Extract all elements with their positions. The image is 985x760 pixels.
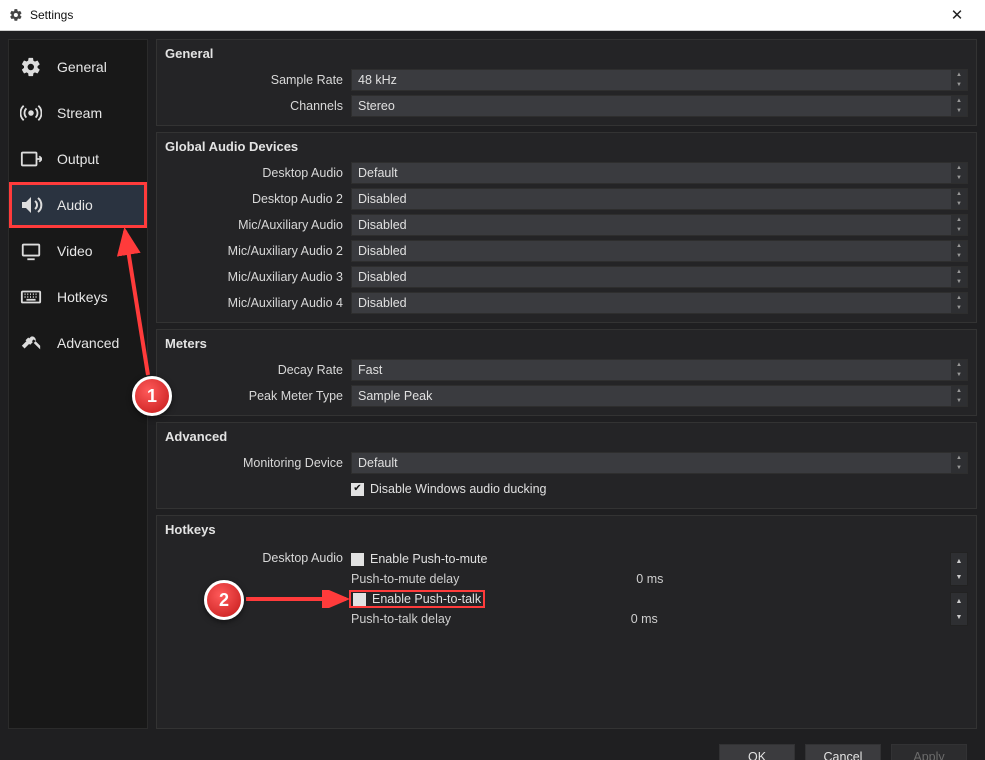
sidebar-item-output[interactable]: Output bbox=[9, 136, 147, 182]
checkbox-unchecked-icon bbox=[351, 553, 364, 566]
decay-rate-select[interactable]: Fast▲▼ bbox=[351, 359, 968, 381]
sidebar-item-label: General bbox=[57, 59, 107, 75]
sidebar-item-stream[interactable]: Stream bbox=[9, 90, 147, 136]
stream-icon bbox=[17, 102, 45, 124]
mic-aux3-label: Mic/Auxiliary Audio 3 bbox=[165, 270, 343, 284]
push-to-talk-delay-value: 0 ms bbox=[631, 612, 942, 626]
checkbox-checked-icon: ✔ bbox=[351, 483, 364, 496]
group-hotkeys: Hotkeys Desktop Audio Enable Push-to-mut… bbox=[156, 515, 977, 729]
select-spinner-icon: ▲▼ bbox=[951, 386, 967, 406]
output-icon bbox=[17, 148, 45, 170]
select-spinner-icon: ▲▼ bbox=[951, 96, 967, 116]
sidebar-item-label: Hotkeys bbox=[57, 289, 108, 305]
sidebar-item-hotkeys[interactable]: Hotkeys bbox=[9, 274, 147, 320]
tools-icon bbox=[17, 332, 45, 354]
mic-aux-select[interactable]: Disabled▲▼ bbox=[351, 214, 968, 236]
push-to-mute-label: Enable Push-to-mute bbox=[370, 552, 487, 566]
sidebar-item-label: Advanced bbox=[57, 335, 119, 351]
monitoring-device-label: Monitoring Device bbox=[165, 456, 343, 470]
channels-value: Stereo bbox=[358, 99, 395, 113]
desktop-audio-label: Desktop Audio bbox=[165, 166, 343, 180]
monitoring-device-select[interactable]: Default▲▼ bbox=[351, 452, 968, 474]
push-to-talk-label: Enable Push-to-talk bbox=[372, 592, 481, 606]
group-title-meters: Meters bbox=[165, 336, 968, 351]
desktop-audio2-select[interactable]: Disabled▲▼ bbox=[351, 188, 968, 210]
sample-rate-label: Sample Rate bbox=[165, 73, 343, 87]
select-spinner-icon: ▲▼ bbox=[951, 189, 967, 209]
select-spinner-icon: ▲▼ bbox=[951, 293, 967, 313]
mic-aux-label: Mic/Auxiliary Audio bbox=[165, 218, 343, 232]
sidebar-item-general[interactable]: General bbox=[9, 44, 147, 90]
video-icon bbox=[17, 240, 45, 262]
select-spinner-icon: ▲▼ bbox=[951, 163, 967, 183]
desktop-audio-select[interactable]: Default▲▼ bbox=[351, 162, 968, 184]
select-spinner-icon: ▲▼ bbox=[951, 215, 967, 235]
disable-ducking-checkbox[interactable]: ✔ Disable Windows audio ducking bbox=[351, 482, 546, 496]
group-title-global-audio: Global Audio Devices bbox=[165, 139, 968, 154]
settings-gear-icon bbox=[8, 7, 24, 23]
footer: OK Cancel Apply bbox=[0, 737, 985, 760]
desktop-audio2-label: Desktop Audio 2 bbox=[165, 192, 343, 206]
push-to-talk-delay-label: Push-to-talk delay bbox=[351, 612, 451, 626]
hotkey-desktop-audio-label: Desktop Audio bbox=[165, 549, 343, 565]
channels-select[interactable]: Stereo ▲▼ bbox=[351, 95, 968, 117]
group-title-general: General bbox=[165, 46, 968, 61]
close-button[interactable]: ✕ bbox=[937, 0, 977, 30]
push-to-mute-checkbox[interactable]: Enable Push-to-mute bbox=[351, 552, 487, 566]
apply-button[interactable]: Apply bbox=[891, 744, 967, 760]
sidebar-item-label: Audio bbox=[57, 197, 93, 213]
mic-aux3-select[interactable]: Disabled▲▼ bbox=[351, 266, 968, 288]
sample-rate-select[interactable]: 48 kHz ▲▼ bbox=[351, 69, 968, 91]
sidebar-item-video[interactable]: Video bbox=[9, 228, 147, 274]
sidebar-item-advanced[interactable]: Advanced bbox=[9, 320, 147, 366]
push-to-mute-delay-stepper[interactable]: ▲▼ bbox=[950, 552, 968, 586]
mic-aux4-label: Mic/Auxiliary Audio 4 bbox=[165, 296, 343, 310]
window-title: Settings bbox=[30, 8, 73, 22]
peak-meter-label: Peak Meter Type bbox=[165, 389, 343, 403]
titlebar: Settings ✕ bbox=[0, 0, 985, 31]
cancel-button[interactable]: Cancel bbox=[805, 744, 881, 760]
group-general: General Sample Rate 48 kHz ▲▼ Channels S… bbox=[156, 39, 977, 126]
mic-aux4-select[interactable]: Disabled▲▼ bbox=[351, 292, 968, 314]
select-spinner-icon: ▲▼ bbox=[951, 241, 967, 261]
peak-meter-select[interactable]: Sample Peak▲▼ bbox=[351, 385, 968, 407]
select-spinner-icon: ▲▼ bbox=[951, 70, 967, 90]
channels-label: Channels bbox=[165, 99, 343, 113]
push-to-mute-delay-label: Push-to-mute delay bbox=[351, 572, 459, 586]
sidebar-item-label: Video bbox=[57, 243, 93, 259]
sidebar-item-audio[interactable]: Audio bbox=[9, 182, 147, 228]
sidebar-item-label: Stream bbox=[57, 105, 102, 121]
sidebar: General Stream Output Audio Video Hotkey… bbox=[8, 39, 148, 729]
checkbox-unchecked-icon bbox=[353, 593, 366, 606]
group-meters: Meters Decay Rate Fast▲▼ Peak Meter Type S… bbox=[156, 329, 977, 416]
push-to-talk-checkbox[interactable]: Enable Push-to-talk bbox=[351, 592, 483, 606]
group-global-audio: Global Audio Devices Desktop Audio Defaul… bbox=[156, 132, 977, 323]
decay-rate-label: Decay Rate bbox=[165, 363, 343, 377]
disable-ducking-label: Disable Windows audio ducking bbox=[370, 482, 546, 496]
gear-icon bbox=[17, 56, 45, 78]
group-title-hotkeys: Hotkeys bbox=[165, 522, 968, 537]
audio-icon bbox=[17, 193, 45, 217]
group-advanced: Advanced Monitoring Device Default▲▼ ✔ Di… bbox=[156, 422, 977, 509]
group-title-advanced: Advanced bbox=[165, 429, 968, 444]
sidebar-item-label: Output bbox=[57, 151, 99, 167]
select-spinner-icon: ▲▼ bbox=[951, 267, 967, 287]
select-spinner-icon: ▲▼ bbox=[951, 453, 967, 473]
push-to-talk-delay-stepper[interactable]: ▲▼ bbox=[950, 592, 968, 626]
mic-aux2-label: Mic/Auxiliary Audio 2 bbox=[165, 244, 343, 258]
sample-rate-value: 48 kHz bbox=[358, 73, 397, 87]
select-spinner-icon: ▲▼ bbox=[951, 360, 967, 380]
ok-button[interactable]: OK bbox=[719, 744, 795, 760]
mic-aux2-select[interactable]: Disabled▲▼ bbox=[351, 240, 968, 262]
content-area: General Sample Rate 48 kHz ▲▼ Channels S… bbox=[156, 39, 977, 729]
keyboard-icon bbox=[17, 286, 45, 308]
push-to-mute-delay-value: 0 ms bbox=[636, 572, 942, 586]
